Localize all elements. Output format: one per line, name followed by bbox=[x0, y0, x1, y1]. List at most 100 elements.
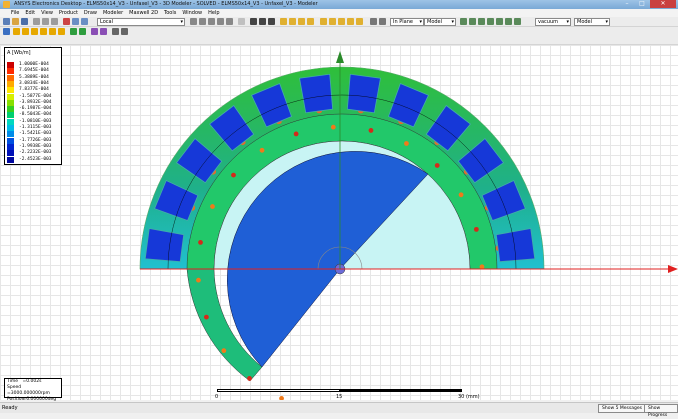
legend-swatch bbox=[7, 118, 14, 125]
sphere-icon[interactable] bbox=[338, 18, 345, 25]
render-icon[interactable] bbox=[505, 18, 512, 25]
view-icon[interactable] bbox=[496, 18, 503, 25]
torus-icon[interactable] bbox=[347, 18, 354, 25]
menu-file[interactable]: File bbox=[8, 9, 22, 17]
model-select[interactable]: Model bbox=[424, 18, 456, 26]
validate-icon[interactable] bbox=[70, 28, 77, 35]
legend-swatch bbox=[7, 68, 14, 75]
menu-maxwell[interactable]: Maxwell 2D bbox=[126, 9, 161, 17]
object-select[interactable]: Model bbox=[574, 18, 610, 26]
menu-modeler[interactable]: Modeler bbox=[100, 9, 126, 17]
legend-value: -1.5421E-003 bbox=[19, 131, 52, 137]
helix-icon[interactable] bbox=[356, 18, 363, 25]
coordinate-system-select[interactable]: Local bbox=[97, 18, 185, 26]
menu-edit[interactable]: Edit bbox=[22, 9, 38, 17]
menu-tools[interactable]: Tools bbox=[161, 9, 179, 17]
legend-entry: 3.0834E-004 bbox=[7, 80, 59, 87]
project-icon[interactable] bbox=[13, 28, 20, 35]
menu-draw[interactable]: Draw bbox=[81, 9, 100, 17]
zoom-icon[interactable] bbox=[217, 18, 224, 25]
axis-icon[interactable] bbox=[487, 18, 494, 25]
menu-bar: File Edit View Product Draw Modeler Maxwell 2D… bbox=[0, 9, 678, 17]
delete-icon[interactable] bbox=[63, 18, 70, 25]
legend-value: -1.5877E-004 bbox=[19, 93, 52, 99]
rotate-icon[interactable] bbox=[208, 18, 215, 25]
rotor-magnet bbox=[458, 192, 464, 198]
maximize-button[interactable]: □ bbox=[635, 0, 649, 8]
spline-icon[interactable] bbox=[268, 18, 275, 25]
title-bar: ANSYS Electronics Desktop - ELMS50x14_V3… bbox=[0, 0, 678, 9]
legend-swatch bbox=[7, 150, 14, 157]
field-overlay-icon[interactable] bbox=[100, 28, 107, 35]
cylinder-icon[interactable] bbox=[329, 18, 336, 25]
cut-icon[interactable] bbox=[33, 18, 40, 25]
paste-icon[interactable] bbox=[51, 18, 58, 25]
legend-entry: 7.8377E-004 bbox=[7, 87, 59, 94]
results-icon[interactable] bbox=[91, 28, 98, 35]
status-text: Ready bbox=[2, 405, 18, 411]
legend-value: 7.8377E-004 bbox=[19, 87, 49, 93]
excitation-icon[interactable] bbox=[49, 28, 56, 35]
rectangle-icon[interactable] bbox=[280, 18, 287, 25]
light-icon[interactable] bbox=[514, 18, 521, 25]
redo-icon[interactable] bbox=[81, 18, 88, 25]
legend-entry: 5.3889E-004 bbox=[7, 74, 59, 81]
close-button[interactable]: ✕ bbox=[650, 0, 676, 8]
stator-slot bbox=[144, 228, 185, 263]
legend-value: -1.7726E-003 bbox=[19, 137, 52, 143]
legend-value: -1.9938E-003 bbox=[19, 143, 52, 149]
legend-entry: -3.8932E-004 bbox=[7, 99, 59, 106]
menu-help[interactable]: Help bbox=[205, 9, 222, 17]
unite-icon[interactable] bbox=[370, 18, 377, 25]
analyze-icon[interactable] bbox=[79, 28, 86, 35]
circle-icon[interactable] bbox=[289, 18, 296, 25]
design-icon[interactable] bbox=[22, 28, 29, 35]
new-icon[interactable] bbox=[3, 18, 10, 25]
toolbar-icon-a[interactable] bbox=[112, 28, 119, 35]
modeler-canvas[interactable] bbox=[0, 45, 678, 400]
legend-entry: -1.5877E-004 bbox=[7, 93, 59, 100]
fit-icon[interactable] bbox=[226, 18, 233, 25]
toolbar-icon-b[interactable] bbox=[121, 28, 128, 35]
mesh-icon[interactable] bbox=[58, 28, 65, 35]
setup-icon[interactable] bbox=[31, 28, 38, 35]
legend-swatch bbox=[7, 80, 14, 87]
measure-icon[interactable] bbox=[460, 18, 467, 25]
box-icon[interactable] bbox=[320, 18, 327, 25]
line-icon[interactable] bbox=[250, 18, 257, 25]
menu-view[interactable]: View bbox=[38, 9, 56, 17]
polygon-icon[interactable] bbox=[307, 18, 314, 25]
boundary-icon[interactable] bbox=[40, 28, 47, 35]
undo-icon[interactable] bbox=[72, 18, 79, 25]
legend-value: -2.4523E-003 bbox=[19, 156, 52, 162]
menu-product[interactable]: Product bbox=[56, 9, 81, 17]
menu-window[interactable]: Window bbox=[179, 9, 205, 17]
help-icon[interactable] bbox=[3, 28, 10, 35]
drawing-plane-select[interactable]: In Plane bbox=[390, 18, 424, 26]
legend-entry: -2.2232E-003 bbox=[7, 150, 59, 157]
minimize-button[interactable]: – bbox=[620, 0, 634, 8]
rotor-magnet bbox=[368, 128, 374, 133]
snap-icon[interactable] bbox=[478, 18, 485, 25]
ellipse-icon[interactable] bbox=[298, 18, 305, 25]
legend-entry: -8.5043E-004 bbox=[7, 112, 59, 119]
legend-swatch bbox=[7, 106, 14, 113]
legend-swatch bbox=[7, 99, 14, 106]
y-axis-arrow bbox=[336, 51, 344, 63]
pan-icon[interactable] bbox=[199, 18, 206, 25]
rotor-magnet bbox=[247, 376, 252, 381]
rotor-magnet bbox=[203, 314, 209, 320]
ruler-icon[interactable] bbox=[469, 18, 476, 25]
material-select[interactable]: vacuum bbox=[535, 18, 571, 26]
field-plot bbox=[139, 51, 678, 400]
rotor-magnet bbox=[479, 264, 485, 270]
select-icon[interactable] bbox=[190, 18, 197, 25]
copy-icon[interactable] bbox=[42, 18, 49, 25]
arc-icon[interactable] bbox=[259, 18, 266, 25]
save-icon[interactable] bbox=[21, 18, 28, 25]
open-icon[interactable] bbox=[12, 18, 19, 25]
subtract-icon[interactable] bbox=[379, 18, 386, 25]
stator-slot bbox=[299, 73, 334, 114]
grid-icon[interactable] bbox=[238, 18, 245, 25]
field-legend[interactable]: A [Wb/m] 1.0000E-004 7.6945E-004 5.3889E-0… bbox=[4, 47, 62, 165]
